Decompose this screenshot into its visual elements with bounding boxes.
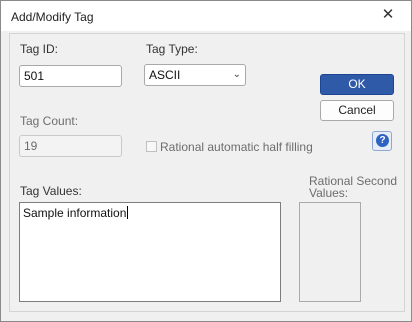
rational-second-values-textarea[interactable] — [299, 202, 361, 302]
tag-count-input[interactable]: 19 — [19, 135, 122, 157]
help-icon: ? — [376, 134, 389, 147]
ok-button[interactable]: OK — [320, 74, 394, 95]
tag-id-input[interactable]: 501 — [19, 65, 122, 87]
tag-values-label: Tag Values: — [20, 184, 82, 198]
help-button[interactable]: ? — [372, 131, 392, 151]
tag-values-text: Sample information — [23, 206, 127, 220]
cancel-button[interactable]: Cancel — [320, 100, 394, 121]
tag-id-value: 501 — [24, 69, 45, 83]
tag-id-label: Tag ID: — [20, 42, 59, 56]
title-bar: Add/Modify Tag ✕ — [1, 1, 411, 31]
tag-values-textarea[interactable]: Sample information — [19, 202, 281, 302]
tag-count-label: Tag Count: — [20, 114, 79, 128]
text-caret — [127, 206, 129, 219]
close-icon[interactable]: ✕ — [373, 3, 403, 27]
chevron-down-icon: ⌄ — [232, 69, 241, 80]
rational-half-filling-label: Rational automatic half filling — [160, 140, 313, 154]
rational-half-filling-checkbox[interactable] — [146, 141, 157, 152]
tag-count-value: 19 — [24, 139, 38, 153]
tag-type-select[interactable]: ASCII ⌄ — [144, 64, 246, 86]
tag-type-value: ASCII — [149, 68, 181, 82]
dialog-window: Add/Modify Tag ✕ Tag ID: 501 Tag Type: A… — [0, 0, 412, 322]
rational-second-label-line2: Values: — [309, 186, 349, 200]
dialog-title: Add/Modify Tag — [11, 10, 94, 24]
tag-type-label: Tag Type: — [146, 42, 198, 56]
